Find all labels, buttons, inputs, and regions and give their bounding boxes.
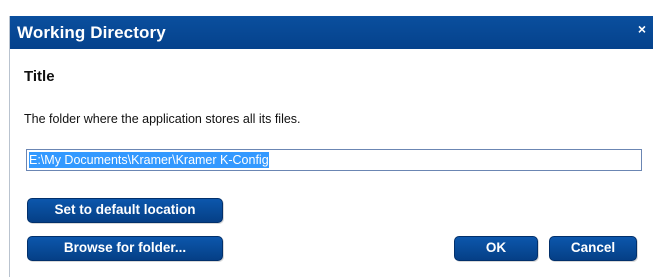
- working-directory-dialog: Working Directory × Title The folder whe…: [9, 16, 653, 277]
- set-default-location-button[interactable]: Set to default location: [27, 198, 223, 223]
- ok-button[interactable]: OK: [454, 236, 538, 261]
- dialog-titlebar: Working Directory ×: [10, 16, 653, 49]
- directory-path-input[interactable]: E:\My Documents\Kramer\Kramer K-Config: [26, 149, 642, 171]
- directory-path-value: E:\My Documents\Kramer\Kramer K-Config: [29, 152, 269, 168]
- cancel-button[interactable]: Cancel: [549, 236, 637, 261]
- browse-for-folder-button[interactable]: Browse for folder...: [27, 236, 223, 261]
- section-heading: Title: [24, 68, 55, 85]
- description-text: The folder where the application stores …: [24, 112, 301, 126]
- close-icon[interactable]: ×: [634, 21, 650, 37]
- dialog-title: Working Directory: [17, 23, 166, 42]
